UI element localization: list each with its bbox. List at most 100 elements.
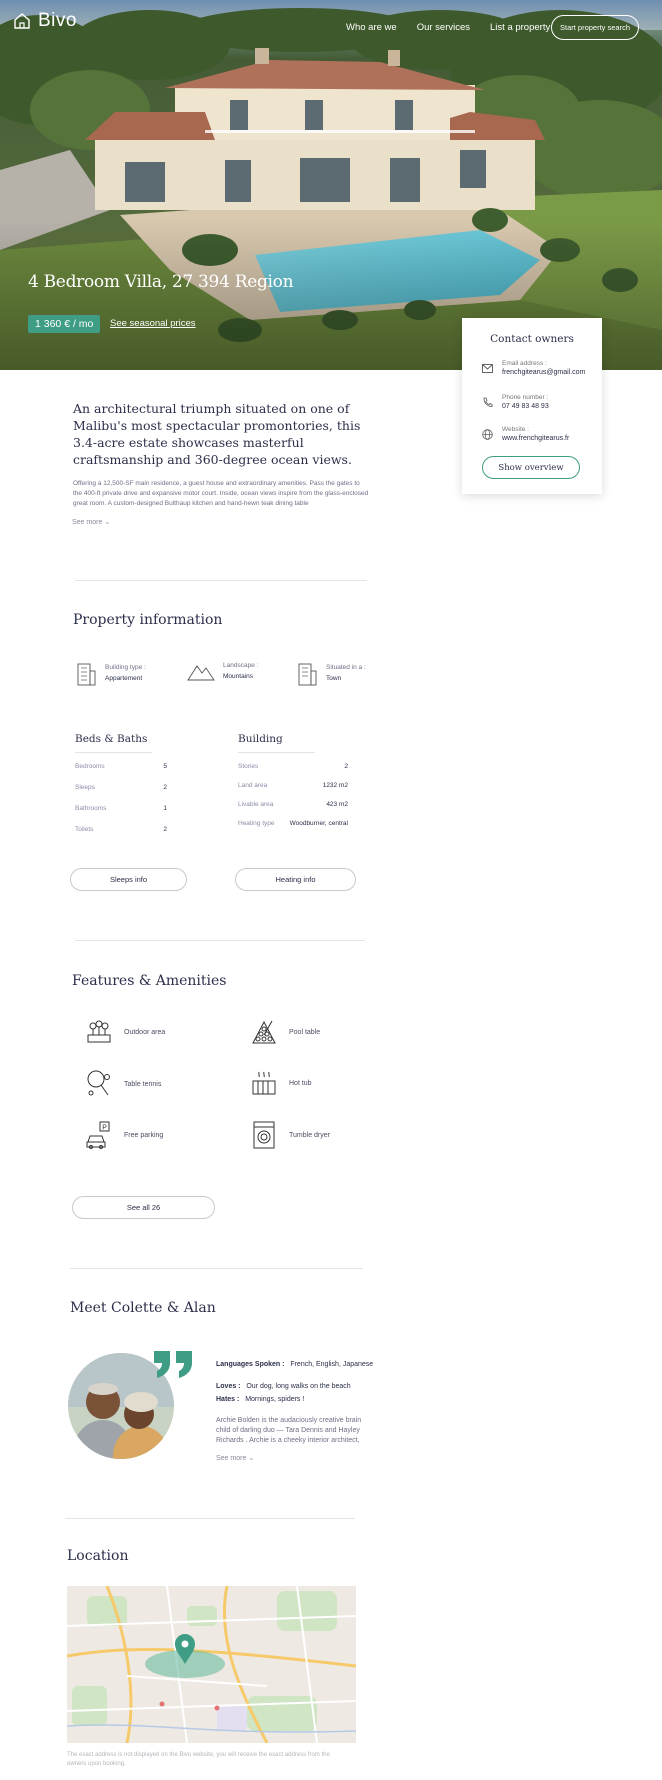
- seasonal-prices-link[interactable]: See seasonal prices: [110, 318, 196, 329]
- host-hates: Hates : Mornings, spiders !: [216, 1396, 304, 1403]
- main-nav: Who are we Our services List a property: [346, 22, 550, 33]
- hot-tub-icon: [252, 1071, 276, 1095]
- brand-name: Bivo: [38, 10, 77, 31]
- website-label: Website :: [502, 426, 529, 433]
- feature-label: Tumble dryer: [289, 1131, 330, 1139]
- town-icon: [298, 663, 317, 686]
- chevron-down-icon: ⌄: [104, 519, 111, 526]
- listing-description: Offering a 12,500-SF main residence, a g…: [73, 480, 369, 507]
- description-see-more[interactable]: See more ⌄: [72, 518, 110, 526]
- situated-label: Situated in a :: [326, 664, 366, 671]
- contact-email[interactable]: Email address : frenchgitearus@gmail.com: [482, 360, 585, 376]
- location-map[interactable]: [67, 1586, 356, 1743]
- house-logo-icon: [14, 13, 30, 29]
- host-bio: Archie Bolden is the audaciously creativ…: [216, 1417, 362, 1444]
- feature-free-parking: P Free parking: [85, 1120, 163, 1150]
- feature-tumble-dryer: Tumble dryer: [250, 1120, 330, 1150]
- toilets-label: Toilets: [75, 826, 94, 833]
- map-canvas: [67, 1586, 356, 1743]
- building-title: Building: [238, 733, 283, 745]
- feature-pool-table: Pool table: [250, 1018, 320, 1046]
- building-underline: [238, 752, 315, 753]
- hates-label: Hates :: [216, 1396, 240, 1403]
- livable-area-label: Livable area: [238, 801, 274, 808]
- listing-title: 4 Bedroom Villa, 27 394 Region: [28, 272, 294, 292]
- bathrooms-value: 1: [163, 805, 167, 812]
- pool-table-icon: [252, 1020, 276, 1044]
- property-info-title: Property information: [73, 612, 223, 628]
- features-title: Features & Amenities: [72, 973, 227, 989]
- mountains-icon: [187, 665, 215, 681]
- outdoor-area-icon: [87, 1020, 111, 1043]
- price-badge: 1 360 € / mo: [28, 315, 101, 333]
- heating-type-label: Heating type: [238, 820, 275, 827]
- nav-who-are-we[interactable]: Who are we: [346, 22, 397, 33]
- show-overview-button[interactable]: Show overview: [482, 456, 580, 479]
- svg-text:P: P: [102, 1125, 107, 1132]
- sleeps-info-button[interactable]: Sleeps info: [70, 868, 187, 891]
- host-see-more[interactable]: See more ⌄: [216, 1454, 254, 1462]
- bedrooms-value: 5: [163, 763, 167, 770]
- chevron-down-icon: ⌄: [248, 1455, 255, 1462]
- feature-label: Outdoor area: [124, 1028, 166, 1036]
- nav-our-services[interactable]: Our services: [417, 22, 470, 33]
- divider: [75, 940, 365, 941]
- toilets-value: 2: [163, 826, 167, 833]
- divider: [65, 1518, 355, 1519]
- heating-type-value: Woodburner, central: [289, 820, 348, 827]
- building-type-value: Appartement: [105, 675, 143, 682]
- beds-baths-title: Beds & Baths: [75, 733, 148, 745]
- listing-lead-text: An architectural triumph situated on one…: [73, 401, 361, 467]
- hosts-title: Meet Colette & Alan: [70, 1300, 216, 1316]
- land-area-label: Land area: [238, 782, 268, 789]
- divider: [75, 580, 367, 581]
- website-value[interactable]: www.frenchgitearus.fr: [502, 435, 569, 442]
- hates-value: Mornings, spiders !: [245, 1396, 305, 1403]
- beds-baths-underline: [75, 752, 152, 753]
- heating-info-button[interactable]: Heating info: [235, 868, 356, 891]
- nav-list-a-property[interactable]: List a property: [490, 22, 550, 33]
- contact-card-title: Contact owners: [490, 333, 574, 345]
- languages-value: French, English, Japanese: [290, 1361, 374, 1368]
- see-all-amenities-button[interactable]: See all 26: [72, 1196, 215, 1219]
- contact-phone[interactable]: Phone number : 07 49 83 48 93: [482, 394, 549, 410]
- building-type-label: Building type :: [105, 664, 146, 671]
- parking-icon: P: [86, 1121, 110, 1149]
- globe-icon: [482, 429, 493, 440]
- tumble-dryer-icon: [253, 1121, 275, 1149]
- sleeps-value: 2: [163, 784, 167, 791]
- brand-logo[interactable]: Bivo: [12, 10, 77, 32]
- property-situated: Situated in a : Town: [296, 660, 366, 686]
- landscape-value: Mountains: [223, 673, 253, 680]
- host-languages: Languages Spoken : French, English, Japa…: [216, 1361, 373, 1368]
- contact-owners-card: Contact owners Email address : frenchgit…: [462, 318, 602, 494]
- see-more-label: See more: [216, 1455, 247, 1462]
- languages-label: Languages Spoken :: [216, 1361, 285, 1368]
- loves-label: Loves :: [216, 1383, 241, 1390]
- loves-value: Our dog, long walks on the beach: [246, 1383, 351, 1390]
- feature-hot-tub: Hot tub: [250, 1069, 312, 1097]
- hero-banner: Bivo Who are we Our services List a prop…: [0, 0, 662, 370]
- quote-icon: [154, 1351, 192, 1378]
- feature-label: Hot tub: [289, 1079, 312, 1087]
- see-more-label: See more: [72, 519, 103, 526]
- property-building-type: Building type : Appartement: [75, 660, 146, 686]
- landscape-label: Landscape :: [223, 662, 259, 669]
- phone-label: Phone number :: [502, 394, 549, 401]
- bedrooms-label: Bedrooms: [75, 763, 105, 770]
- bathrooms-label: Bathrooms: [75, 805, 107, 812]
- envelope-icon: [482, 364, 493, 373]
- livable-area-value: 423 m2: [326, 801, 348, 808]
- phone-value[interactable]: 07 49 83 48 93: [502, 403, 549, 410]
- feature-table-tennis: Table tennis: [85, 1069, 161, 1099]
- contact-website[interactable]: Website : www.frenchgitearus.fr: [482, 426, 569, 442]
- location-title: Location: [67, 1548, 129, 1564]
- feature-label: Table tennis: [124, 1080, 162, 1088]
- property-landscape: Landscape : Mountains: [187, 660, 258, 682]
- email-value[interactable]: frenchgitearus@gmail.com: [502, 369, 585, 376]
- email-label: Email address :: [502, 360, 547, 367]
- start-property-search-button[interactable]: Start property search: [551, 15, 639, 40]
- stories-value: 2: [344, 763, 348, 770]
- phone-icon: [483, 397, 493, 407]
- feature-label: Pool table: [289, 1028, 321, 1036]
